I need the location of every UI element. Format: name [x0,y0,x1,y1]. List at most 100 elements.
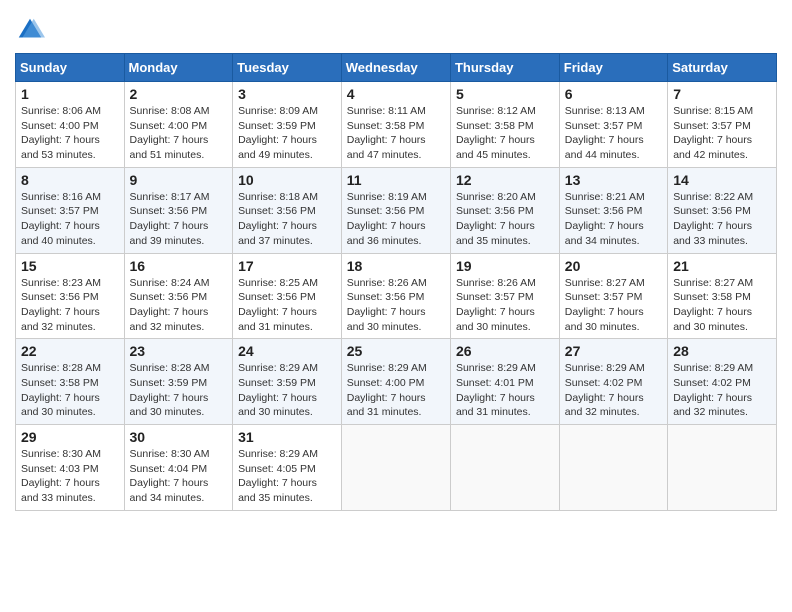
calendar-header-row: SundayMondayTuesdayWednesdayThursdayFrid… [16,54,777,82]
calendar-week-5: 29 Sunrise: 8:30 AM Sunset: 4:03 PM Dayl… [16,425,777,511]
day-info: Sunrise: 8:29 AM Sunset: 4:01 PM Dayligh… [456,361,554,420]
calendar-cell: 26 Sunrise: 8:29 AM Sunset: 4:01 PM Dayl… [450,339,559,425]
calendar-cell: 28 Sunrise: 8:29 AM Sunset: 4:02 PM Dayl… [668,339,777,425]
day-info: Sunrise: 8:21 AM Sunset: 3:56 PM Dayligh… [565,190,662,249]
calendar-table: SundayMondayTuesdayWednesdayThursdayFrid… [15,53,777,511]
calendar-cell: 2 Sunrise: 8:08 AM Sunset: 4:00 PM Dayli… [124,82,233,168]
calendar-cell: 13 Sunrise: 8:21 AM Sunset: 3:56 PM Dayl… [559,167,667,253]
day-info: Sunrise: 8:11 AM Sunset: 3:58 PM Dayligh… [347,104,445,163]
day-info: Sunrise: 8:26 AM Sunset: 3:57 PM Dayligh… [456,276,554,335]
day-info: Sunrise: 8:29 AM Sunset: 4:00 PM Dayligh… [347,361,445,420]
calendar-cell: 15 Sunrise: 8:23 AM Sunset: 3:56 PM Dayl… [16,253,125,339]
day-info: Sunrise: 8:20 AM Sunset: 3:56 PM Dayligh… [456,190,554,249]
day-number: 17 [238,258,336,274]
calendar-cell: 18 Sunrise: 8:26 AM Sunset: 3:56 PM Dayl… [341,253,450,339]
day-number: 16 [130,258,228,274]
calendar-cell: 19 Sunrise: 8:26 AM Sunset: 3:57 PM Dayl… [450,253,559,339]
day-number: 22 [21,343,119,359]
day-info: Sunrise: 8:30 AM Sunset: 4:03 PM Dayligh… [21,447,119,506]
day-number: 31 [238,429,336,445]
day-number: 20 [565,258,662,274]
day-number: 23 [130,343,228,359]
calendar-cell [450,425,559,511]
calendar-cell: 25 Sunrise: 8:29 AM Sunset: 4:00 PM Dayl… [341,339,450,425]
calendar-cell: 6 Sunrise: 8:13 AM Sunset: 3:57 PM Dayli… [559,82,667,168]
day-number: 27 [565,343,662,359]
day-number: 14 [673,172,771,188]
calendar-cell: 30 Sunrise: 8:30 AM Sunset: 4:04 PM Dayl… [124,425,233,511]
day-number: 2 [130,86,228,102]
day-info: Sunrise: 8:17 AM Sunset: 3:56 PM Dayligh… [130,190,228,249]
day-number: 10 [238,172,336,188]
calendar-cell: 7 Sunrise: 8:15 AM Sunset: 3:57 PM Dayli… [668,82,777,168]
day-number: 15 [21,258,119,274]
calendar-header-thursday: Thursday [450,54,559,82]
calendar-cell: 29 Sunrise: 8:30 AM Sunset: 4:03 PM Dayl… [16,425,125,511]
day-number: 11 [347,172,445,188]
calendar-week-1: 1 Sunrise: 8:06 AM Sunset: 4:00 PM Dayli… [16,82,777,168]
day-info: Sunrise: 8:27 AM Sunset: 3:57 PM Dayligh… [565,276,662,335]
day-info: Sunrise: 8:08 AM Sunset: 4:00 PM Dayligh… [130,104,228,163]
day-info: Sunrise: 8:30 AM Sunset: 4:04 PM Dayligh… [130,447,228,506]
day-info: Sunrise: 8:24 AM Sunset: 3:56 PM Dayligh… [130,276,228,335]
day-number: 7 [673,86,771,102]
day-info: Sunrise: 8:16 AM Sunset: 3:57 PM Dayligh… [21,190,119,249]
calendar-header-sunday: Sunday [16,54,125,82]
calendar-cell: 5 Sunrise: 8:12 AM Sunset: 3:58 PM Dayli… [450,82,559,168]
day-info: Sunrise: 8:13 AM Sunset: 3:57 PM Dayligh… [565,104,662,163]
day-number: 9 [130,172,228,188]
calendar-week-3: 15 Sunrise: 8:23 AM Sunset: 3:56 PM Dayl… [16,253,777,339]
day-info: Sunrise: 8:29 AM Sunset: 4:02 PM Dayligh… [673,361,771,420]
calendar-cell: 3 Sunrise: 8:09 AM Sunset: 3:59 PM Dayli… [233,82,342,168]
day-info: Sunrise: 8:28 AM Sunset: 3:58 PM Dayligh… [21,361,119,420]
calendar-cell: 22 Sunrise: 8:28 AM Sunset: 3:58 PM Dayl… [16,339,125,425]
calendar-cell: 14 Sunrise: 8:22 AM Sunset: 3:56 PM Dayl… [668,167,777,253]
calendar-cell: 10 Sunrise: 8:18 AM Sunset: 3:56 PM Dayl… [233,167,342,253]
calendar-cell [559,425,667,511]
day-number: 8 [21,172,119,188]
calendar-cell: 16 Sunrise: 8:24 AM Sunset: 3:56 PM Dayl… [124,253,233,339]
calendar-header-monday: Monday [124,54,233,82]
day-number: 1 [21,86,119,102]
calendar-cell: 17 Sunrise: 8:25 AM Sunset: 3:56 PM Dayl… [233,253,342,339]
day-number: 26 [456,343,554,359]
calendar-cell: 9 Sunrise: 8:17 AM Sunset: 3:56 PM Dayli… [124,167,233,253]
logo [15,15,49,45]
calendar-cell: 20 Sunrise: 8:27 AM Sunset: 3:57 PM Dayl… [559,253,667,339]
calendar-header-wednesday: Wednesday [341,54,450,82]
day-number: 5 [456,86,554,102]
day-number: 21 [673,258,771,274]
day-info: Sunrise: 8:18 AM Sunset: 3:56 PM Dayligh… [238,190,336,249]
day-info: Sunrise: 8:22 AM Sunset: 3:56 PM Dayligh… [673,190,771,249]
calendar-cell: 12 Sunrise: 8:20 AM Sunset: 3:56 PM Dayl… [450,167,559,253]
day-number: 29 [21,429,119,445]
day-info: Sunrise: 8:09 AM Sunset: 3:59 PM Dayligh… [238,104,336,163]
calendar-cell: 11 Sunrise: 8:19 AM Sunset: 3:56 PM Dayl… [341,167,450,253]
day-number: 25 [347,343,445,359]
header [15,10,777,45]
calendar-cell: 21 Sunrise: 8:27 AM Sunset: 3:58 PM Dayl… [668,253,777,339]
calendar-cell: 24 Sunrise: 8:29 AM Sunset: 3:59 PM Dayl… [233,339,342,425]
calendar-cell: 8 Sunrise: 8:16 AM Sunset: 3:57 PM Dayli… [16,167,125,253]
day-number: 13 [565,172,662,188]
day-info: Sunrise: 8:06 AM Sunset: 4:00 PM Dayligh… [21,104,119,163]
day-number: 18 [347,258,445,274]
day-info: Sunrise: 8:26 AM Sunset: 3:56 PM Dayligh… [347,276,445,335]
calendar-cell: 23 Sunrise: 8:28 AM Sunset: 3:59 PM Dayl… [124,339,233,425]
day-number: 19 [456,258,554,274]
calendar-header-saturday: Saturday [668,54,777,82]
calendar-header-friday: Friday [559,54,667,82]
calendar-week-4: 22 Sunrise: 8:28 AM Sunset: 3:58 PM Dayl… [16,339,777,425]
day-info: Sunrise: 8:29 AM Sunset: 4:05 PM Dayligh… [238,447,336,506]
day-info: Sunrise: 8:12 AM Sunset: 3:58 PM Dayligh… [456,104,554,163]
calendar-cell: 4 Sunrise: 8:11 AM Sunset: 3:58 PM Dayli… [341,82,450,168]
day-info: Sunrise: 8:28 AM Sunset: 3:59 PM Dayligh… [130,361,228,420]
day-number: 3 [238,86,336,102]
day-number: 28 [673,343,771,359]
day-info: Sunrise: 8:29 AM Sunset: 3:59 PM Dayligh… [238,361,336,420]
calendar-cell [341,425,450,511]
day-info: Sunrise: 8:19 AM Sunset: 3:56 PM Dayligh… [347,190,445,249]
day-info: Sunrise: 8:29 AM Sunset: 4:02 PM Dayligh… [565,361,662,420]
day-number: 30 [130,429,228,445]
calendar-cell [668,425,777,511]
